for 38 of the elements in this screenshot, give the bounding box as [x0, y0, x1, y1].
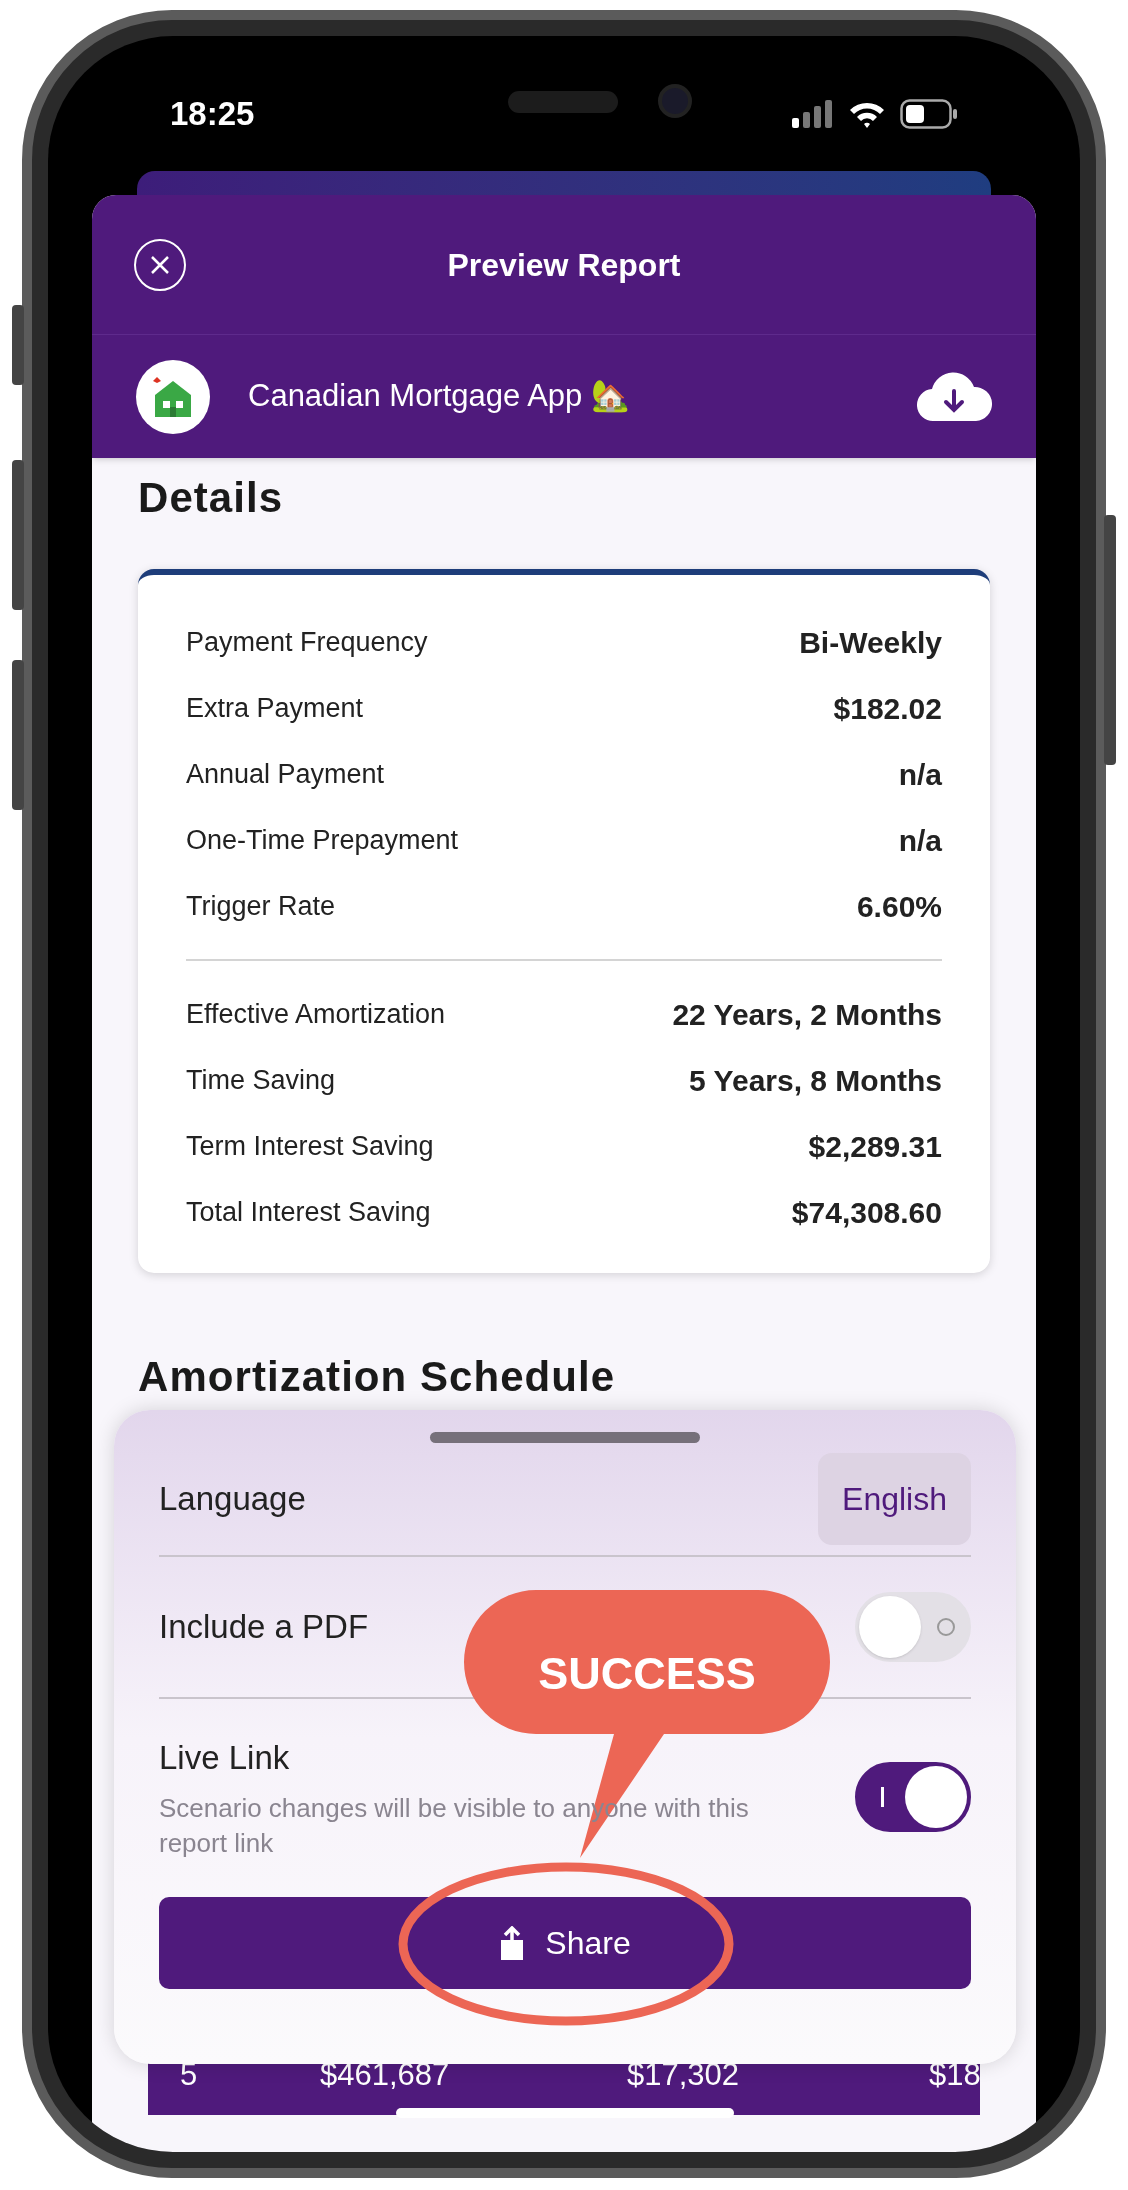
download-button[interactable]: [916, 370, 992, 423]
detail-label: Effective Amortization: [186, 997, 446, 1031]
setting-label: Live Link: [159, 1738, 290, 1778]
section-heading: Amortization Schedule: [138, 1352, 617, 1402]
status-time: 18:25: [170, 93, 255, 134]
detail-label: Trigger Rate: [186, 889, 336, 923]
app-name: Canadian Mortgage App 🏡: [248, 377, 630, 416]
detail-label: One-Time Prepayment: [186, 823, 459, 857]
setting-label: Include a PDF: [159, 1607, 369, 1648]
detail-label: Payment Frequency: [186, 625, 428, 659]
language-selector[interactable]: English: [818, 1453, 971, 1545]
detail-value: n/a: [898, 822, 942, 859]
detail-value: $2,289.31: [808, 1128, 942, 1165]
detail-value: $182.02: [833, 690, 942, 727]
header-title: Preview Report: [447, 245, 681, 285]
callout-text: SUCCESS: [537, 1647, 757, 1701]
detail-value: $74,308.60: [791, 1194, 942, 1231]
detail-label: Extra Payment: [186, 691, 364, 725]
battery-icon: [900, 98, 958, 129]
close-icon: [150, 254, 170, 275]
signal-icon: [792, 99, 834, 128]
table-cell-text: $18: [929, 2055, 980, 2094]
detail-value: 22 Years, 2 Months: [672, 996, 942, 1033]
setting-label: Language: [159, 1479, 306, 1520]
detail-label: Term Interest Saving: [186, 1129, 434, 1163]
detail-label: Total Interest Saving: [186, 1195, 431, 1229]
share-button[interactable]: Share: [159, 1896, 971, 1989]
detail-value: Bi-Weekly: [799, 624, 942, 661]
detail-label: Annual Payment: [186, 757, 385, 791]
close-button[interactable]: [134, 238, 186, 291]
detail-value: 6.60%: [856, 888, 942, 925]
cloud-download-icon: [916, 370, 992, 423]
section-heading: Details: [138, 473, 285, 523]
detail-value: n/a: [898, 756, 942, 793]
camera-icon: [658, 84, 692, 118]
detail-label: Time Saving: [186, 1063, 336, 1097]
share-icon: [499, 1925, 526, 1960]
detail-value: 5 Years, 8 Months: [689, 1062, 942, 1099]
